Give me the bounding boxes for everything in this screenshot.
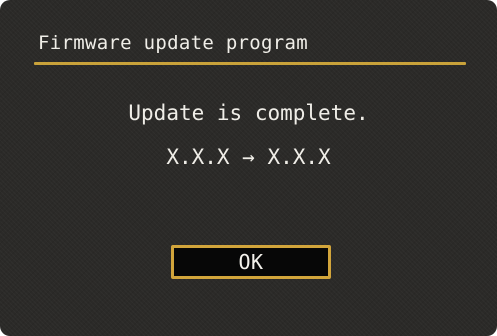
title-underline xyxy=(34,62,466,65)
ok-button[interactable]: OK xyxy=(171,245,331,279)
version-change-text: X.X.X → X.X.X xyxy=(166,145,331,169)
ok-button-label: OK xyxy=(238,250,264,274)
update-status-message: Update is complete. xyxy=(128,101,369,125)
camera-lcd-screen: Firmware update program Update is comple… xyxy=(0,0,497,336)
dialog-title: Firmware update program xyxy=(38,32,308,54)
